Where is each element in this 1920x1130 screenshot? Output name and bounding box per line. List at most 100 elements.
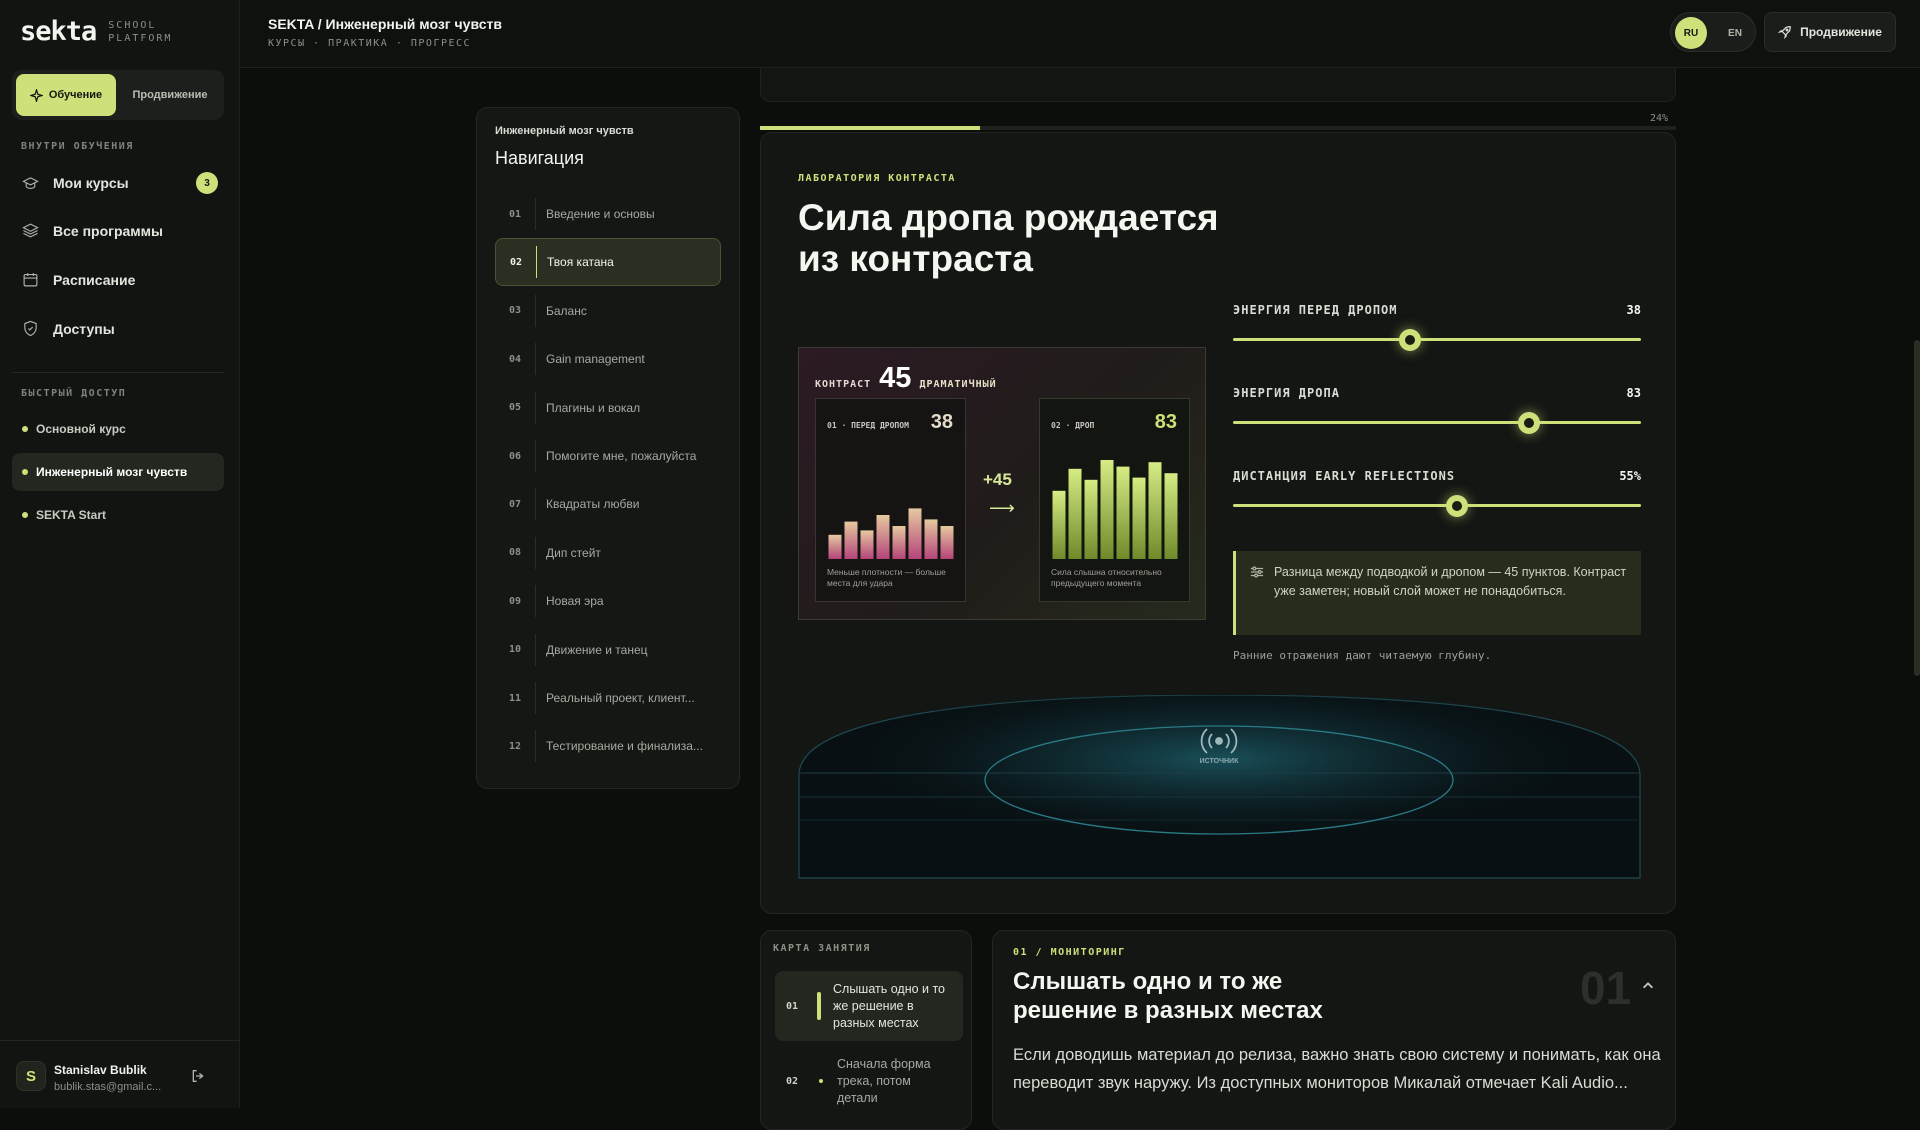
drop-label: 02 · ДРОП: [1051, 421, 1095, 430]
user-profile: S Stanislav Bublik bublik.stas@gmail.c..…: [0, 1040, 240, 1108]
course-navigation: Инженерный мозг чувств Навигация 01 Введе…: [476, 107, 740, 789]
lesson-title: Введение и основы: [546, 207, 655, 221]
contrast-lab-card: ЛАБОРАТОРИЯ КОНТРАСТА Сила дропа рождает…: [760, 132, 1676, 914]
reflections-hint: Ранние отражения дают читаемую глубину.: [1233, 649, 1492, 662]
sidebar-item-my-courses[interactable]: Мои курсы 3: [22, 172, 218, 194]
graduation-cap-icon: [22, 176, 39, 189]
lesson-item-08[interactable]: 08 Дип стейт: [495, 529, 721, 577]
map-item-text: Сначала форма трека, потом детали: [837, 1056, 931, 1105]
level-bar: [892, 526, 906, 559]
user-email: bublik.stas@gmail.c...: [54, 1081, 162, 1093]
map-item-number: 01: [785, 1000, 799, 1012]
slider-handle[interactable]: [1399, 329, 1422, 351]
calendar-icon: [23, 273, 38, 287]
lesson-number: 02: [509, 256, 523, 268]
sidebar-item-label: Доступы: [53, 320, 115, 337]
logo[interactable]: sekta SCHOOL PLATFORM: [20, 16, 172, 47]
sidebar-item-access[interactable]: Доступы: [22, 320, 218, 337]
lesson-title: Помогите мне, пожалуйста: [546, 449, 697, 463]
lesson-title: Плагины и вокал: [546, 400, 641, 415]
logout-icon[interactable]: [190, 1068, 206, 1084]
slider-energy-drop: ЭНЕРГИЯ ДРОПА 83: [1233, 386, 1641, 446]
user-name: Stanislav Bublik: [54, 1063, 147, 1077]
promotion-button[interactable]: Продвижение: [1764, 12, 1896, 52]
logo-subtitle: SCHOOL PLATFORM: [108, 19, 172, 45]
previous-section-card: [760, 68, 1676, 102]
drop-value: 83: [1154, 411, 1177, 433]
slider-handle[interactable]: [1446, 495, 1469, 517]
monitoring-body: Если доводишь материал до релиза, важно …: [1013, 1046, 1661, 1092]
sidebar-item-schedule[interactable]: Расписание: [22, 271, 218, 288]
map-item-number: 02: [785, 1075, 799, 1087]
lesson-number: 01: [508, 208, 522, 220]
shield-icon: [24, 320, 37, 337]
level-bar: [828, 534, 842, 559]
quick-link-main-course[interactable]: Основной курс: [12, 410, 224, 448]
lesson-title: Баланс: [546, 303, 587, 318]
lab-title: Сила дропа рождается из контраста: [798, 197, 1219, 279]
quick-link-engineering-brain[interactable]: Инженерный мозг чувств: [12, 453, 224, 491]
mode-promotion-label: Продвижение: [132, 89, 208, 101]
before-drop-value: 38: [930, 411, 953, 433]
sparkle-icon: [29, 88, 43, 102]
lesson-title: Gain management: [546, 352, 645, 367]
lesson-item-01[interactable]: 01 Введение и основы: [495, 190, 721, 238]
map-item-text: Слышать одно и то же решение в разных ме…: [833, 981, 946, 1030]
slider-value: 38: [1626, 303, 1641, 317]
before-drop-bars: [828, 508, 954, 559]
lesson-item-04[interactable]: 04 Gain management: [495, 335, 721, 383]
slider-energy-before: ЭНЕРГИЯ ПЕРЕД ДРОПОМ 38: [1233, 303, 1641, 363]
quick-link-sekta-start[interactable]: SEKTA Start: [12, 496, 224, 534]
lesson-item-12[interactable]: 12 Тестирование и финализа...: [495, 722, 721, 770]
chevron-up-icon[interactable]: [1641, 979, 1655, 993]
sidebar: sekta SCHOOL PLATFORM Обучение Продвижен…: [0, 0, 240, 1108]
lesson-item-05[interactable]: 05 Плагины и вокал: [495, 384, 721, 432]
lesson-item-03[interactable]: 03 Баланс: [495, 287, 721, 335]
lesson-map-item-01[interactable]: 01 Слышать одно и то же решение в разных…: [775, 971, 963, 1041]
source-label: ИСТОЧНИК: [1200, 758, 1239, 765]
topbar: SEKTA / Инженерный мозг чувств КУРСЫ · П…: [240, 0, 1920, 68]
level-bar: [1116, 466, 1130, 559]
lesson-title: Тестирование и финализа...: [546, 739, 703, 754]
quick-link-label: Основной курс: [36, 422, 126, 436]
lesson-title: Новая эра: [546, 594, 604, 609]
section-label-inside: ВНУТРИ ОБУЧЕНИЯ: [21, 141, 134, 152]
lab-kicker: ЛАБОРАТОРИЯ КОНТРАСТА: [798, 173, 956, 184]
lesson-number: 05: [508, 402, 522, 414]
section-label-quick: БЫСТРЫЙ ДОСТУП: [21, 388, 127, 399]
mode-promotion-button[interactable]: Продвижение: [120, 74, 220, 116]
bullet-dot: [819, 1079, 823, 1083]
bullet-dot: [22, 469, 28, 475]
slider-track[interactable]: [1233, 421, 1641, 424]
mode-learning-button[interactable]: Обучение: [16, 74, 116, 116]
lesson-item-07[interactable]: 07 Квадраты любви: [495, 480, 721, 528]
lesson-number: 09: [508, 595, 522, 607]
bullet-dot: [22, 426, 28, 432]
level-bar: [844, 521, 858, 559]
promotion-label: Продвижение: [1800, 25, 1882, 39]
lesson-item-11[interactable]: 11 Реальный проект, клиент...: [495, 674, 721, 722]
level-bar: [908, 508, 922, 559]
lesson-item-06[interactable]: 06 Помогите мне, пожалуйста: [495, 432, 721, 480]
lesson-title: Дип стейт: [546, 545, 601, 560]
lang-ru-button[interactable]: RU: [1675, 17, 1707, 49]
lesson-map-item-02[interactable]: 02 Сначала форма трека, потом детали: [775, 1051, 963, 1111]
lesson-item-09[interactable]: 09 Новая эра: [495, 577, 721, 625]
level-bar: [860, 530, 874, 559]
slider-track[interactable]: [1233, 504, 1641, 507]
lang-en-button[interactable]: EN: [1719, 17, 1751, 49]
sidebar-item-label: Расписание: [53, 271, 136, 288]
layers-icon: [22, 223, 39, 238]
monitoring-card: 01 / МОНИТОРИНГ Слышать одно и то же реш…: [992, 930, 1676, 1130]
slider-handle[interactable]: [1517, 412, 1540, 434]
lesson-number: 03: [508, 305, 522, 317]
avatar[interactable]: S: [16, 1061, 46, 1091]
lesson-item-02[interactable]: 02 Твоя катана: [495, 238, 721, 287]
sidebar-item-all-programs[interactable]: Все программы: [22, 222, 218, 239]
lesson-item-10[interactable]: 10 Движение и танец: [495, 626, 721, 674]
slider-track[interactable]: [1233, 338, 1641, 341]
lesson-number: 06: [508, 450, 522, 462]
scrollbar-thumb[interactable]: [1914, 340, 1920, 676]
sidebar-item-label: Мои курсы: [53, 175, 129, 191]
slider-value: 55%: [1619, 469, 1641, 483]
